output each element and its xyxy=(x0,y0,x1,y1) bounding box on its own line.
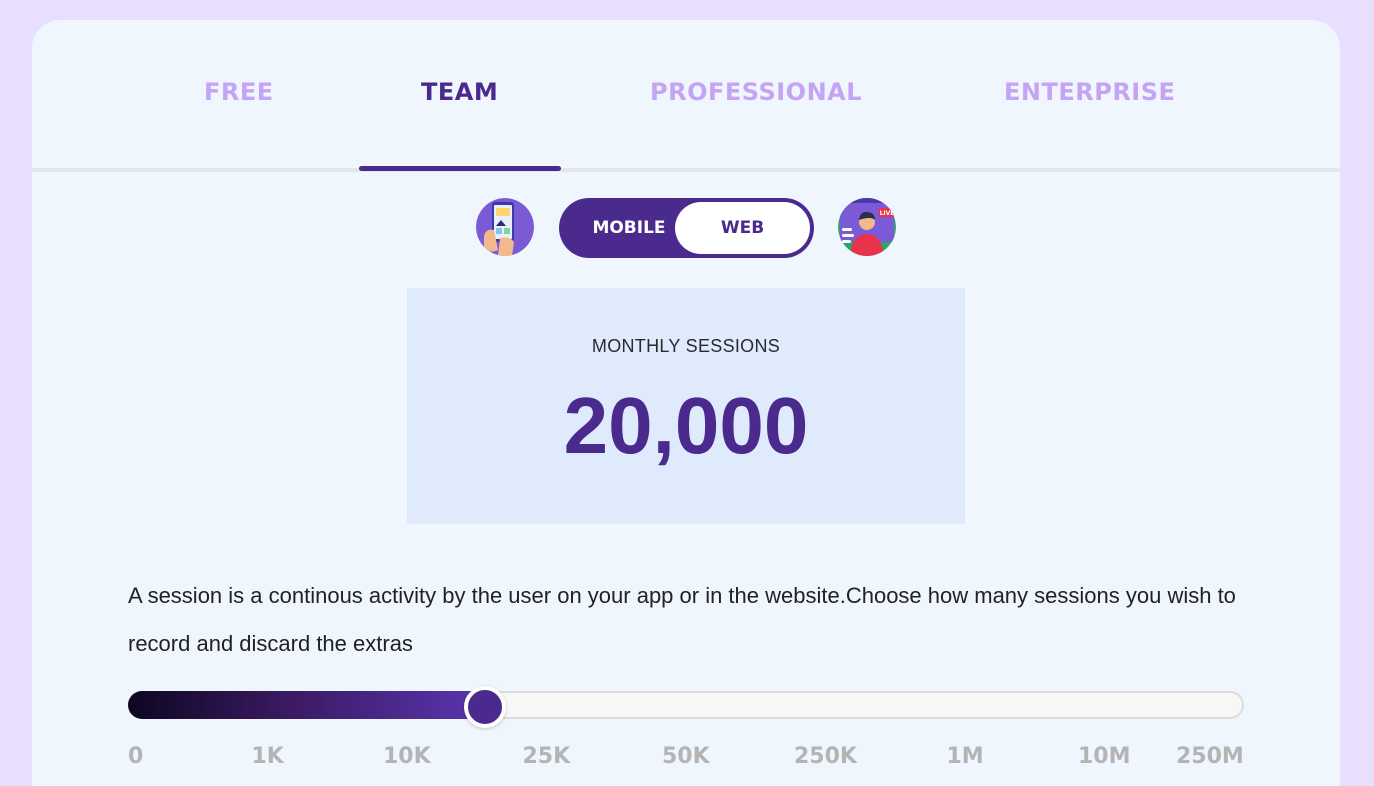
slider-tick-label: 50K xyxy=(662,744,710,769)
slider-tick-label: 250K xyxy=(794,744,857,769)
sessions-label: MONTHLY SESSIONS xyxy=(591,336,781,356)
web-option[interactable]: WEB xyxy=(675,202,810,254)
active-tab-indicator xyxy=(359,166,561,171)
live-badge-text: LIVE xyxy=(880,210,895,217)
slider-tick-label: 250M xyxy=(1176,744,1244,769)
slider-tick-label: 0 xyxy=(128,744,144,769)
plan-tabs: FREE TEAM PROFESSIONAL ENTERPRISE xyxy=(32,20,1340,172)
platform-toggle: MOBILE WEB xyxy=(559,198,814,258)
sessions-value: 20,000 xyxy=(563,381,809,470)
slider-tick-label: 1K xyxy=(251,744,284,769)
tab-team[interactable]: TEAM xyxy=(421,78,498,106)
mobile-phone-icon xyxy=(476,198,534,256)
tab-free[interactable]: FREE xyxy=(204,78,274,106)
slider-tick-label: 10K xyxy=(383,744,431,769)
mobile-option[interactable]: MOBILE xyxy=(577,198,681,258)
sessions-slider-fill xyxy=(128,691,486,719)
slider-tick-labels: 0 1K 10K 25K 50K 250K 1M 10M 250M xyxy=(128,744,1244,774)
monthly-sessions-panel: MONTHLY SESSIONS 20,000 xyxy=(407,288,965,524)
sessions-slider-thumb[interactable] xyxy=(464,686,507,728)
slider-tick-label: 10M xyxy=(1078,744,1131,769)
slider-tick-label: 25K xyxy=(522,744,571,769)
web-live-stream-icon: LIVE xyxy=(838,198,896,256)
tab-enterprise[interactable]: ENTERPRISE xyxy=(1004,78,1175,106)
pricing-card: FREE TEAM PROFESSIONAL ENTERPRISE MOBILE… xyxy=(32,20,1340,786)
session-description: A session is a continous activity by the… xyxy=(128,583,1236,656)
slider-tick-label: 1M xyxy=(946,744,984,769)
tab-professional[interactable]: PROFESSIONAL xyxy=(650,78,862,106)
